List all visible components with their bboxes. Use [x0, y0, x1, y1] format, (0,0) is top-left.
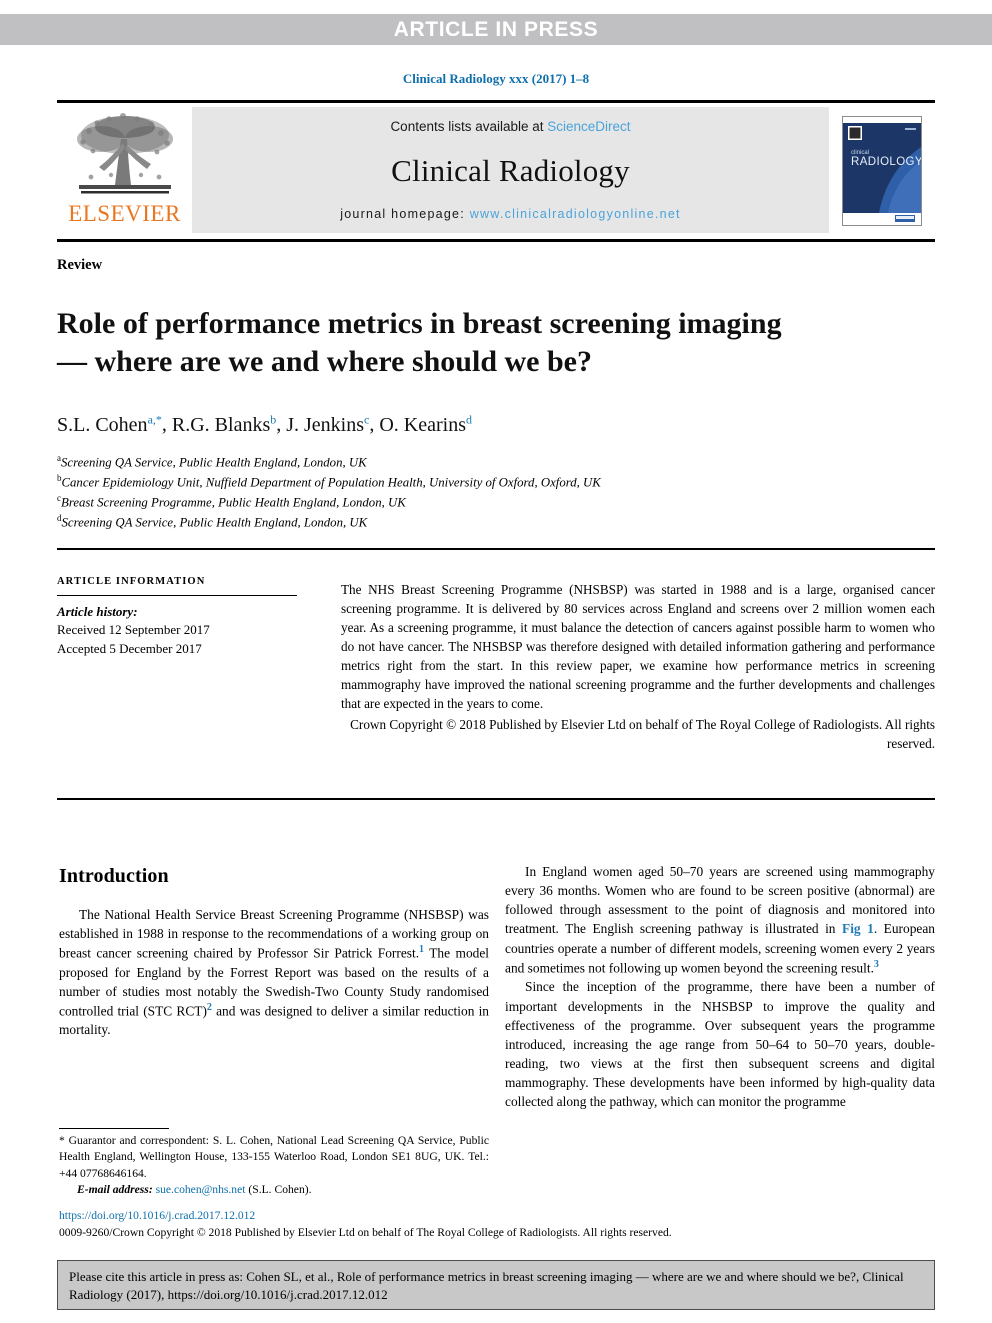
abstract-block: The NHS Breast Screening Programme (NHSB… — [341, 580, 935, 753]
elsevier-logo: ELSEVIER — [57, 103, 192, 239]
article-information-heading: ARTICLE INFORMATION — [57, 576, 206, 587]
journal-title: Clinical Radiology — [391, 152, 630, 188]
affiliation-text: Screening QA Service, Public Health Engl… — [61, 515, 368, 530]
author-entry: S.L. Cohena,* — [57, 412, 162, 436]
journal-homepage-line: journal homepage: www.clinicalradiologyo… — [340, 207, 681, 221]
doi-link[interactable]: https://doi.org/10.1016/j.crad.2017.12.0… — [59, 1208, 939, 1225]
elsevier-wordmark: ELSEVIER — [68, 201, 181, 226]
article-history-block: Article history: Received 12 September 2… — [57, 603, 303, 658]
abstract-copyright: Crown Copyright © 2018 Published by Else… — [350, 717, 935, 751]
correspondence-note: * Guarantor and correspondent: S. L. Coh… — [59, 1134, 489, 1180]
journal-reference-line: Clinical Radiology xxx (2017) 1–8 — [402, 71, 590, 86]
author-name: O. Kearins — [379, 413, 466, 436]
author-name: R.G. Blanks — [171, 413, 271, 436]
article-accepted-date: Accepted 5 December 2017 — [57, 640, 202, 656]
author-name: S.L. Cohen — [57, 413, 148, 436]
affiliation-list: aScreening QA Service, Public Health Eng… — [57, 452, 917, 532]
author-affiliation-mark[interactable]: d — [466, 412, 472, 426]
affiliation-item: bCancer Epidemiology Unit, Nuffield Depa… — [57, 472, 917, 492]
abstract-text: The NHS Breast Screening Programme (NHSB… — [341, 582, 935, 711]
author-entry: O. Kearinsd — [379, 412, 472, 436]
author-name: J. Jenkins — [286, 413, 365, 436]
affiliation-text: Screening QA Service, Public Health Engl… — [61, 455, 367, 470]
author-list: S.L. Cohena,*, R.G. Blanksb, J. Jenkinsc… — [57, 412, 857, 437]
footnote-divider — [59, 1128, 169, 1129]
author-entry: J. Jenkinsc — [286, 412, 369, 436]
svg-text:RADIOLOGY: RADIOLOGY — [851, 156, 921, 168]
masthead-center-panel: Contents lists available at ScienceDirec… — [192, 107, 829, 233]
doi-and-issn-block: https://doi.org/10.1016/j.crad.2017.12.0… — [59, 1208, 939, 1242]
affiliation-text: Cancer Epidemiology Unit, Nuffield Depar… — [61, 475, 601, 490]
article-information-divider — [57, 595, 297, 596]
introduction-heading: Introduction — [59, 865, 169, 887]
journal-masthead: ELSEVIER Contents lists available at Sci… — [57, 100, 935, 242]
author-separator: , — [369, 413, 380, 436]
author-entry: R.G. Blanksb — [171, 412, 276, 436]
abstract-bottom-divider — [57, 798, 935, 800]
journal-cover-container: clinical RADIOLOGY — [829, 103, 935, 239]
issn-copyright-line: 0009-9260/Crown Copyright © 2018 Publish… — [59, 1225, 672, 1239]
email-author-suffix: (S.L. Cohen). — [248, 1183, 312, 1197]
author-separator: , — [161, 413, 172, 436]
cite-this-article-text: Please cite this article in press as: Co… — [69, 1269, 904, 1303]
article-history-label: Article history: — [57, 604, 138, 619]
abstract-top-divider — [57, 548, 935, 550]
sciencedirect-link[interactable]: ScienceDirect — [547, 119, 630, 134]
contents-lists-prefix: Contents lists available at — [390, 119, 548, 134]
body-column-right: In England women aged 50–70 years are sc… — [505, 862, 935, 1112]
elsevier-tree-icon — [76, 113, 173, 194]
affiliation-item: aScreening QA Service, Public Health Eng… — [57, 452, 917, 472]
article-in-press-banner: ARTICLE IN PRESS — [0, 14, 992, 45]
right-paragraph-1: In England women aged 50–70 years are sc… — [505, 862, 935, 977]
figure-1-link[interactable]: Fig 1 — [842, 921, 874, 936]
article-in-press-label: ARTICLE IN PRESS — [393, 17, 599, 41]
journal-cover-thumbnail: clinical RADIOLOGY — [842, 116, 922, 226]
journal-cover-artwork: clinical RADIOLOGY — [843, 117, 921, 225]
contents-lists-line: Contents lists available at ScienceDirec… — [390, 119, 630, 134]
article-type-label: Review — [57, 257, 103, 273]
affiliation-item: dScreening QA Service, Public Health Eng… — [57, 512, 917, 532]
journal-homepage-link[interactable]: www.clinicalradiologyonline.net — [470, 207, 681, 221]
article-information-block: ARTICLE INFORMATION Article history: Rec… — [57, 576, 303, 658]
affiliation-item: cBreast Screening Programme, Public Heal… — [57, 492, 917, 512]
email-address-label: E-mail address: — [77, 1183, 153, 1197]
author-separator: , — [276, 413, 287, 436]
right-paragraph-2: Since the inception of the programme, th… — [505, 979, 935, 1110]
email-address-link[interactable]: sue.cohen@nhs.net — [156, 1183, 246, 1196]
journal-homepage-prefix: journal homepage: — [340, 207, 470, 221]
author-affiliation-mark[interactable]: a, — [148, 412, 156, 426]
footnote-block: * Guarantor and correspondent: S. L. Coh… — [59, 1133, 489, 1199]
body-column-left: Introduction The National Health Service… — [59, 862, 489, 1040]
cite-this-article-box: Please cite this article in press as: Co… — [57, 1260, 935, 1310]
email-note: E-mail address: sue.cohen@nhs.net (S.L. … — [59, 1182, 489, 1198]
citation-ref-3[interactable]: 3 — [874, 959, 879, 970]
page-title: Role of performance metrics in breast sc… — [57, 307, 782, 379]
article-received-date: Received 12 September 2017 — [57, 622, 210, 638]
intro-paragraph-1: The National Health Service Breast Scree… — [59, 905, 489, 1040]
affiliation-text: Breast Screening Programme, Public Healt… — [61, 495, 406, 510]
